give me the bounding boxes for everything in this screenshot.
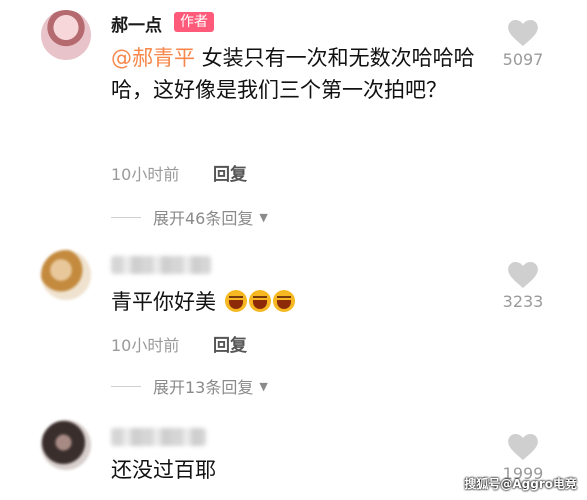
like-count: 5097 — [502, 50, 544, 69]
like-count: 3233 — [502, 292, 544, 311]
commenter-name-blurred[interactable] — [111, 256, 211, 274]
like-button[interactable]: 5097 — [495, 20, 551, 69]
comment-time: 10小时前 — [111, 165, 180, 184]
comment-body: 青平你好美 — [111, 290, 216, 314]
divider — [111, 385, 141, 387]
commenter-name[interactable]: 郝一点 — [111, 11, 162, 36]
comment-time: 10小时前 — [111, 336, 180, 355]
author-badge: 作者 — [174, 12, 214, 32]
mention-link[interactable]: @郝青平 — [111, 46, 195, 70]
like-button[interactable]: 3233 — [495, 262, 551, 311]
comment-text: 还没过百耶 — [111, 454, 481, 486]
avatar[interactable] — [41, 250, 91, 300]
laughing-emoji-icon — [224, 290, 247, 312]
avatar[interactable] — [41, 10, 91, 60]
avatar[interactable] — [41, 420, 91, 470]
laughing-emoji-icon — [272, 290, 295, 312]
expand-replies-button[interactable]: 展开13条回复 ▼ — [111, 374, 268, 398]
expand-replies-label: 展开13条回复 — [153, 378, 254, 397]
expand-replies-button[interactable]: 展开46条回复 ▼ — [111, 205, 268, 229]
commenter-name-blurred[interactable] — [111, 428, 206, 446]
caret-down-icon: ▼ — [259, 379, 268, 393]
reply-button[interactable]: 回复 — [213, 331, 247, 356]
heart-icon — [508, 434, 538, 460]
divider — [111, 216, 141, 218]
heart-icon — [508, 20, 538, 46]
comment-2: 青平你好美 10小时前 回复 展开13条回复 ▼ 3233 — [0, 240, 587, 400]
comment-1: 郝一点 作者 @郝青平 女装只有一次和无数次哈哈哈哈，这好像是我们三个第一次拍吧… — [0, 0, 587, 240]
comment-text: @郝青平 女装只有一次和无数次哈哈哈哈，这好像是我们三个第一次拍吧？ — [111, 42, 481, 106]
heart-icon — [508, 262, 538, 288]
caret-down-icon: ▼ — [259, 210, 268, 224]
watermark: 搜狐号@Aggro电竞 — [464, 477, 577, 491]
laughing-emoji-icon — [248, 290, 271, 312]
expand-replies-label: 展开46条回复 — [153, 209, 254, 228]
reply-button[interactable]: 回复 — [213, 160, 247, 185]
comment-body: 还没过百耶 — [111, 458, 216, 482]
comment-text: 青平你好美 — [111, 286, 481, 318]
